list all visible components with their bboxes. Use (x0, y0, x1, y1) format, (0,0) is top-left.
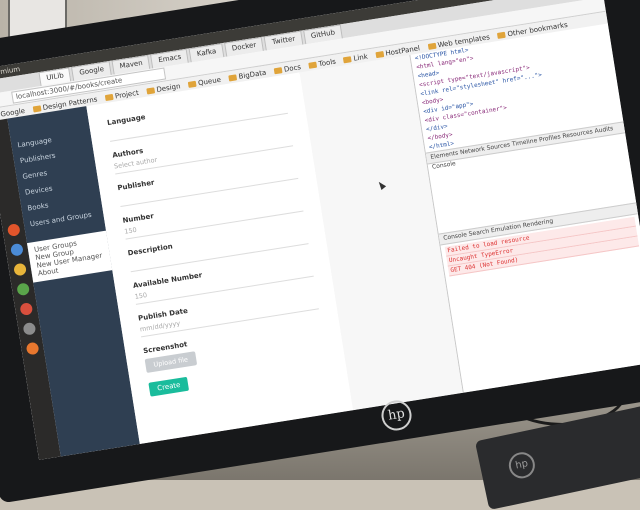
folder-icon (343, 55, 352, 63)
folder-icon (32, 104, 42, 113)
app-icon[interactable] (22, 321, 37, 336)
sidebar-submenu: User Groups New Group New User Manager A… (27, 230, 113, 283)
upload-button[interactable]: Upload file (144, 351, 197, 373)
mouse-cursor-icon (376, 179, 387, 190)
app-icon[interactable] (25, 341, 40, 356)
app-icon[interactable] (19, 302, 34, 316)
app-icon[interactable] (16, 282, 31, 297)
screen: Chromium UILib Google Maven Emacs Kafka … (0, 0, 640, 460)
folder-icon (228, 73, 238, 81)
app-icon[interactable] (13, 262, 27, 277)
app-icon[interactable] (10, 242, 24, 257)
create-button[interactable]: Create (148, 376, 190, 397)
folder-icon (146, 86, 155, 95)
folder-icon (273, 66, 283, 74)
folder-icon (308, 61, 318, 69)
keyboard-hp-logo-icon: hp (506, 449, 538, 481)
folder-icon (375, 50, 384, 58)
app-icon[interactable] (6, 223, 21, 237)
folder-icon (497, 31, 506, 39)
folder-icon (187, 80, 197, 88)
folder-icon (427, 42, 437, 50)
folder-icon (104, 93, 114, 101)
